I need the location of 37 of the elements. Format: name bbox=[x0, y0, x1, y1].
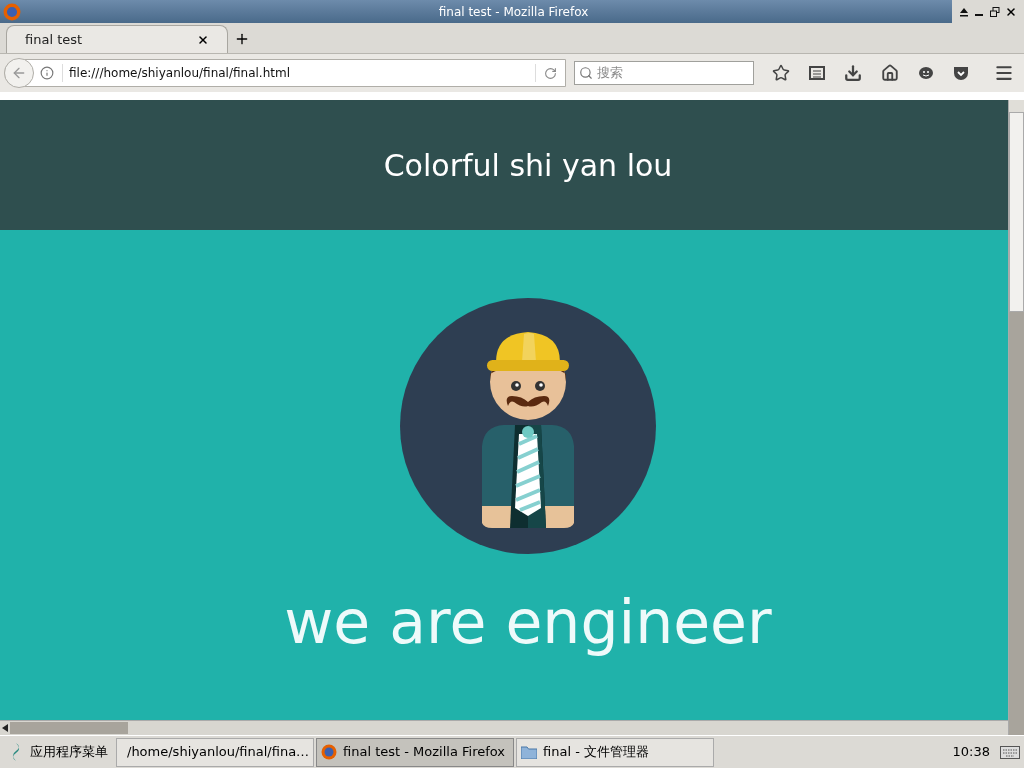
maximize-icon[interactable] bbox=[989, 6, 1000, 17]
horizontal-scrollbar[interactable] bbox=[0, 720, 1008, 735]
scrollbar-thumb[interactable] bbox=[10, 722, 128, 734]
close-icon[interactable] bbox=[1005, 5, 1018, 18]
home-icon[interactable] bbox=[881, 64, 899, 82]
scrollbar-thumb[interactable] bbox=[1009, 112, 1024, 312]
browser-icon bbox=[321, 744, 337, 760]
pocket-icon[interactable] bbox=[953, 65, 969, 81]
search-field[interactable]: 搜索 bbox=[574, 61, 754, 85]
eject-icon[interactable] bbox=[958, 6, 969, 17]
info-icon[interactable] bbox=[40, 66, 54, 80]
folder-icon bbox=[521, 745, 537, 759]
taskbar-button[interactable]: /home/shiyanlou/final/fina… bbox=[116, 737, 314, 767]
leaf-icon bbox=[10, 743, 22, 761]
browser-icon bbox=[3, 2, 21, 21]
reload-icon[interactable] bbox=[544, 66, 557, 80]
clock: 10:38 bbox=[952, 743, 990, 762]
keyboard-icon[interactable] bbox=[1000, 744, 1020, 760]
download-icon[interactable] bbox=[844, 64, 862, 82]
new-tab-icon[interactable] bbox=[234, 31, 250, 47]
taskbar-button[interactable]: final test - Mozilla Firefox bbox=[316, 737, 514, 767]
search-input[interactable]: 搜索 bbox=[597, 63, 737, 83]
scroll-left-icon[interactable] bbox=[2, 724, 8, 732]
header-title: Colorful shi yan lou bbox=[383, 146, 673, 185]
browser-tab[interactable]: final test bbox=[6, 25, 228, 53]
address-field[interactable]: file:///home/shiyanlou/final/final.html bbox=[4, 59, 566, 87]
menu-icon[interactable] bbox=[994, 63, 1014, 83]
vertical-scrollbar[interactable] bbox=[1008, 100, 1024, 735]
address-text: file:///home/shiyanlou/final/final.html bbox=[62, 64, 535, 82]
close-icon[interactable] bbox=[197, 33, 209, 46]
smiley-icon[interactable] bbox=[918, 66, 934, 80]
reading-list-icon[interactable] bbox=[809, 65, 825, 81]
applications-menu-button[interactable]: 应用程序菜单 bbox=[4, 738, 114, 766]
bookmark-star-icon[interactable] bbox=[772, 64, 790, 82]
search-icon bbox=[579, 66, 593, 80]
taskbar-button[interactable]: final - 文件管理器 bbox=[516, 737, 714, 767]
window-title: final test - Mozilla Firefox bbox=[438, 3, 589, 21]
